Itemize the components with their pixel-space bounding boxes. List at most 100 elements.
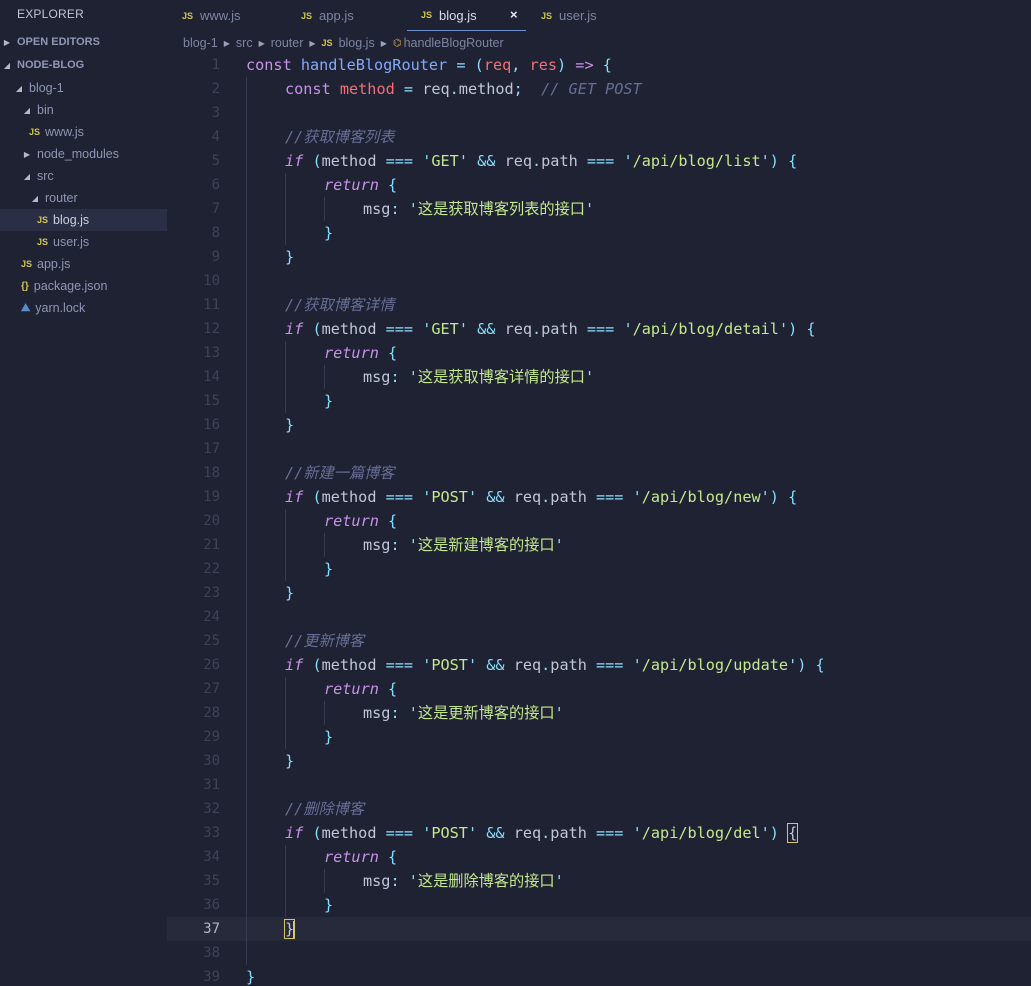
code-line[interactable]: 28 msg: '这是更新博客的接口'	[167, 701, 1031, 725]
code-line[interactable]: 33 if (method === 'POST' && req.path === …	[167, 821, 1031, 845]
tree-item-blog-js[interactable]: JS blog.js	[0, 209, 167, 231]
code-line[interactable]: 17	[167, 437, 1031, 461]
js-file-icon: JS	[301, 10, 313, 21]
tab-user-js[interactable]: JS user.js	[541, 0, 597, 31]
indent-guide	[246, 317, 247, 341]
code-text: //删除博客	[285, 797, 364, 821]
tree-item-package-json[interactable]: {} package.json	[0, 275, 167, 297]
code-token: ===	[385, 824, 414, 842]
section-node-blog[interactable]: ◢ NODE-BLOG	[0, 55, 167, 75]
code-line[interactable]: 34 return {	[167, 845, 1031, 869]
tab-www-js[interactable]: JS www.js	[182, 0, 240, 31]
code-line[interactable]: 3	[167, 101, 1031, 125]
code-line[interactable]: 6 return {	[167, 173, 1031, 197]
code-line[interactable]: 4 //获取博客列表	[167, 125, 1031, 149]
tab-app-js[interactable]: JS app.js	[301, 0, 354, 31]
line-number: 36	[203, 897, 220, 913]
tab-blog-js[interactable]: JS blog.js ×	[407, 0, 526, 31]
code-line[interactable]: 30}	[167, 749, 1031, 773]
code-line[interactable]: 38	[167, 941, 1031, 965]
code-token: '	[422, 152, 432, 170]
code-token: .	[541, 488, 551, 506]
code-line[interactable]: 39}	[167, 965, 1031, 986]
breadcrumb-item[interactable]: src	[236, 36, 253, 50]
code-token: req	[413, 80, 450, 98]
code-line[interactable]: 12 if (method === 'GET' && req.path === '…	[167, 317, 1031, 341]
code-line[interactable]: 22}	[167, 557, 1031, 581]
breadcrumb-item[interactable]: blog.js	[339, 36, 375, 50]
tree-item-router[interactable]: ◢ router	[0, 187, 167, 209]
code-text: }	[285, 749, 294, 773]
tree-item-app-js[interactable]: JS app.js	[0, 253, 167, 275]
code-line[interactable]: 36}	[167, 893, 1031, 917]
code-line[interactable]: 37}	[167, 917, 1031, 941]
js-file-icon: JS	[182, 10, 194, 21]
code-editor[interactable]: 1 const handleBlogRouter = (req, res) => …	[167, 53, 1031, 986]
code-token: method	[321, 656, 386, 674]
code-token: if	[285, 656, 304, 674]
code-line[interactable]: 14 msg: '这是获取博客详情的接口'	[167, 365, 1031, 389]
code-text: msg: '这是获取博客列表的接口'	[363, 197, 594, 221]
code-line[interactable]: 11 //获取博客详情	[167, 293, 1031, 317]
code-token: (	[474, 56, 484, 74]
code-line[interactable]: 26 if (method === 'POST' && req.path === …	[167, 653, 1031, 677]
breadcrumb-item[interactable]: blog-1	[183, 36, 218, 50]
tree-item-label: bin	[37, 103, 54, 117]
tree-item-www-js[interactable]: JS www.js	[0, 121, 167, 143]
code-line[interactable]: 2 const method = req.method; // GET POST	[167, 77, 1031, 101]
code-line[interactable]: 19 if (method === 'POST' && req.path === …	[167, 485, 1031, 509]
tree-item-node-modules[interactable]: ▶ node_modules	[0, 143, 167, 165]
tree-item-user-js[interactable]: JS user.js	[0, 231, 167, 253]
code-token: }	[285, 416, 295, 434]
section-open-editors[interactable]: ▶ OPEN EDITORS	[0, 32, 167, 52]
tree-item-yarn-lock[interactable]: ⛰ yarn.lock	[0, 297, 167, 319]
tree-item-bin[interactable]: ◢ bin	[0, 99, 167, 121]
code-line[interactable]: 18 //新建一篇博客	[167, 461, 1031, 485]
code-line[interactable]: 23}	[167, 581, 1031, 605]
code-line[interactable]: 35 msg: '这是删除博客的接口'	[167, 869, 1031, 893]
line-number: 30	[203, 753, 220, 769]
code-token: &&	[477, 152, 496, 170]
code-line[interactable]: 20 return {	[167, 509, 1031, 533]
close-icon[interactable]: ×	[510, 7, 518, 22]
code-line[interactable]: 31	[167, 773, 1031, 797]
breadcrumb-item[interactable]: handleBlogRouter	[404, 36, 504, 50]
code-token: '	[632, 488, 642, 506]
tree-item-src[interactable]: ◢ src	[0, 165, 167, 187]
code-token: {	[787, 823, 799, 843]
code-text: return {	[324, 509, 397, 533]
code-line[interactable]: 9}	[167, 245, 1031, 269]
code-line[interactable]: 21 msg: '这是新建博客的接口'	[167, 533, 1031, 557]
code-token: GET	[431, 152, 459, 170]
code-line[interactable]: 32 //删除博客	[167, 797, 1031, 821]
code-line[interactable]: 24	[167, 605, 1031, 629]
code-line[interactable]: 7 msg: '这是获取博客列表的接口'	[167, 197, 1031, 221]
indent-guide	[246, 101, 247, 125]
code-token: '	[788, 656, 798, 674]
code-line[interactable]: 8}	[167, 221, 1031, 245]
code-line[interactable]: 10	[167, 269, 1031, 293]
indent-guide	[246, 197, 247, 221]
breadcrumb-item[interactable]: router	[271, 36, 304, 50]
code-line[interactable]: 29}	[167, 725, 1031, 749]
code-line[interactable]: 13 return {	[167, 341, 1031, 365]
code-line[interactable]: 15}	[167, 389, 1031, 413]
indent-guide	[246, 605, 247, 629]
code-line[interactable]: 5 if (method === 'GET' && req.path === '/…	[167, 149, 1031, 173]
code-token: '	[408, 200, 418, 218]
code-line[interactable]: 16}	[167, 413, 1031, 437]
line-number: 17	[203, 441, 220, 457]
code-token: return	[324, 680, 379, 698]
code-line[interactable]: 1 const handleBlogRouter = (req, res) => …	[167, 53, 1031, 77]
code-token: }	[324, 560, 334, 578]
code-token: path	[550, 488, 597, 506]
code-text: if (method === 'POST' && req.path === '/…	[285, 653, 825, 677]
tree-item-blog-1[interactable]: ◢ blog-1	[0, 77, 167, 99]
code-line[interactable]: 27 return {	[167, 677, 1031, 701]
code-line[interactable]: 25 //更新博客	[167, 629, 1031, 653]
